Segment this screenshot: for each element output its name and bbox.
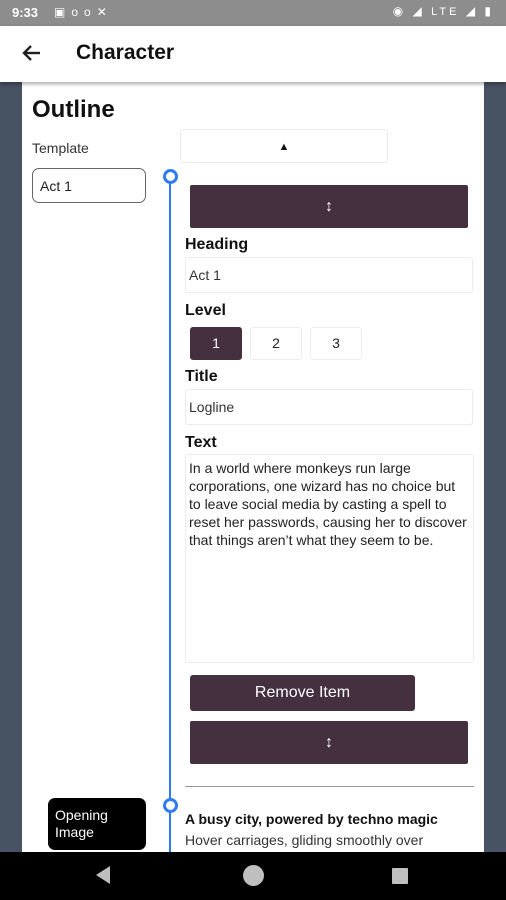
page-title: Character	[76, 41, 175, 64]
arrow-back-icon[interactable]	[18, 39, 46, 67]
remove-item-button[interactable]: Remove Item	[190, 675, 415, 711]
timeline-line	[169, 178, 171, 852]
next-item-text[interactable]: Hover carriages, gliding smoothly over	[185, 832, 423, 848]
title-label: Title	[185, 368, 218, 385]
status-notification-icons: ▣oo✕	[54, 5, 113, 19]
nav-recents-icon[interactable]	[392, 868, 408, 884]
drag-handle-button[interactable]: ↕	[190, 721, 468, 764]
status-system-icons: ◉ ◢ LTE ◢ ▮	[393, 4, 494, 18]
opening-image-tooltip: Opening Image	[48, 798, 146, 850]
text-area[interactable]: In a world where monkeys run large corpo…	[185, 454, 474, 663]
timeline-node	[163, 798, 178, 813]
nav-back-icon[interactable]	[96, 866, 110, 884]
nav-home-icon[interactable]	[243, 865, 264, 886]
timeline-node	[163, 169, 178, 184]
level-1-button[interactable]: 1	[190, 327, 242, 360]
battery-icon: ▮	[484, 4, 494, 18]
drag-vertical-icon: ↕	[325, 734, 333, 751]
outline-heading: Outline	[32, 96, 115, 123]
system-nav-bar	[0, 852, 506, 900]
drag-handle-button[interactable]: ↕	[190, 185, 468, 228]
template-label: Template	[32, 140, 89, 156]
level-2-button[interactable]: 2	[250, 327, 302, 360]
level-label: Level	[185, 302, 226, 319]
wifi-icon: ◢	[412, 4, 425, 18]
title-input[interactable]: Logline	[185, 389, 473, 425]
level-3-button[interactable]: 3	[310, 327, 362, 360]
divider	[185, 786, 474, 787]
outline-card: Outline Template ▲ Act 1 ↕ Heading Act 1…	[22, 82, 484, 852]
heading-input[interactable]: Act 1	[185, 257, 473, 293]
template-dropdown[interactable]: ▲	[180, 129, 388, 163]
network-type: LTE	[431, 6, 460, 18]
dropdown-arrow-icon: ▲	[278, 141, 290, 153]
next-item-title[interactable]: A busy city, powered by techno magic	[185, 811, 438, 827]
status-time: 9:33	[12, 5, 39, 20]
eye-icon: ◉	[392, 4, 407, 18]
text-label: Text	[185, 434, 217, 451]
image-icon: ▣	[54, 5, 72, 19]
accessibility-icon: ✕	[96, 5, 113, 19]
voicemail-icon: oo	[71, 5, 97, 19]
heading-label: Heading	[185, 236, 249, 253]
status-bar: 9:33 ▣oo✕ ◉ ◢ LTE ◢ ▮	[0, 0, 506, 26]
section-chip-act-1[interactable]: Act 1	[32, 168, 146, 203]
arrow-back-icon-svg	[22, 45, 40, 61]
signal-icon: ◢	[465, 4, 479, 18]
drag-vertical-icon: ↕	[325, 198, 333, 215]
app-bar: Character	[0, 26, 506, 82]
